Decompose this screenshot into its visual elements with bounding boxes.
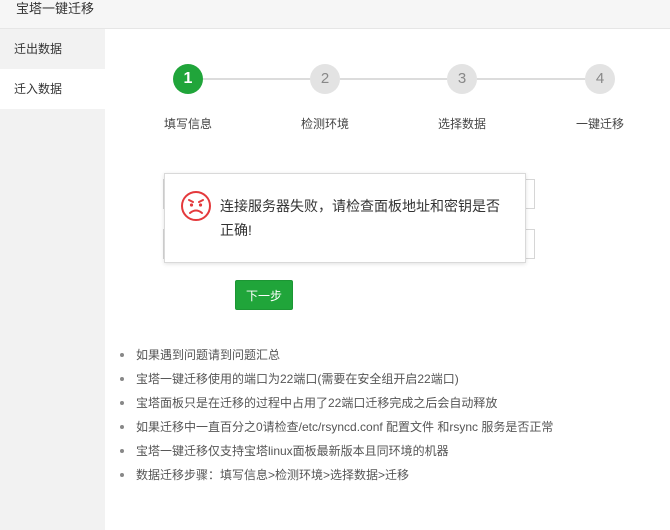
step-connector: [203, 78, 310, 80]
sidebar: 迁出数据 迁入数据: [0, 29, 105, 530]
tip-item: 数据迁移步骤：填写信息>检测环境>选择数据>迁移: [118, 463, 663, 487]
tip-item: 宝塔一键迁移仅支持宝塔linux面板最新版本且同环境的机器: [118, 439, 663, 463]
step-4-label: 一键迁移: [575, 117, 624, 131]
step-progress: 1 2 3 4 填写信息 检测环境 选择数据 一键迁移: [105, 29, 670, 139]
step-3-circle: 3: [447, 64, 477, 94]
tip-item: 宝塔一键迁移使用的端口为22端口(需要在安全组开启22端口): [118, 367, 663, 391]
main-panel: 1 2 3 4 填写信息 检测环境 选择数据 一键迁移 连接服务器失败，请检查面…: [105, 29, 670, 530]
sidebar-item-import[interactable]: 迁入数据: [0, 69, 105, 109]
step-3-label: 选择数据: [437, 117, 486, 131]
tip-item: 如果迁移中一直百分之0请检查/etc/rsyncd.conf 配置文件 和rsy…: [118, 415, 663, 439]
error-message: 连接服务器失败，请检查面板地址和密钥是否正确!: [220, 198, 500, 238]
step-1-circle: 1: [173, 64, 203, 94]
step-1-label: 填写信息: [163, 117, 212, 131]
sad-face-icon: [181, 191, 211, 221]
step-connector: [477, 78, 585, 80]
step-2-circle: 2: [310, 64, 340, 94]
next-step-button[interactable]: 下一步: [235, 280, 293, 310]
step-2-label: 检测环境: [300, 117, 349, 131]
window-titlebar: 宝塔一键迁移: [0, 0, 670, 29]
tips-list: 如果遇到问题请到问题汇总 宝塔一键迁移使用的端口为22端口(需要在安全组开启22…: [118, 343, 663, 487]
window-title: 宝塔一键迁移: [16, 1, 95, 16]
sidebar-item-export[interactable]: 迁出数据: [0, 29, 105, 69]
error-dialog: 连接服务器失败，请检查面板地址和密钥是否正确!: [164, 173, 526, 263]
tip-item: 宝塔面板只是在迁移的过程中占用了22端口迁移完成之后会自动释放: [118, 391, 663, 415]
step-4-circle: 4: [585, 64, 615, 94]
tip-item: 如果遇到问题请到问题汇总: [118, 343, 663, 367]
step-connector: [340, 78, 447, 80]
